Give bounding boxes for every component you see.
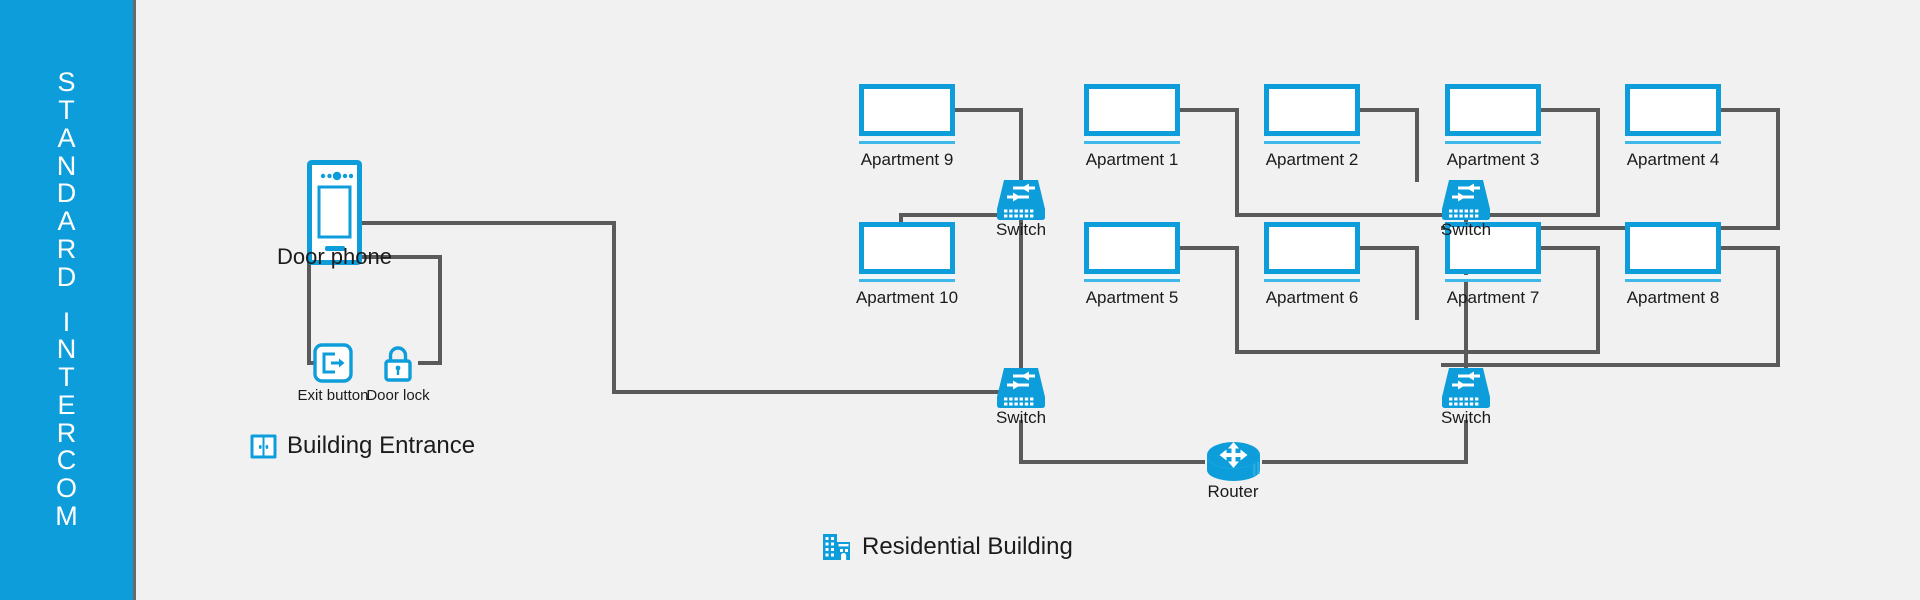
switch-bottom-left-node[interactable]: Switch xyxy=(995,366,1047,427)
exit-button-label: Exit button xyxy=(297,387,369,404)
apartment-label: Apartment 2 xyxy=(1265,150,1359,169)
switch-icon xyxy=(997,180,1045,220)
zone-label-text: Residential Building xyxy=(862,533,1073,560)
banner-char: N xyxy=(56,334,77,365)
apartment-monitor-icon xyxy=(1445,84,1541,136)
router-label: Router xyxy=(1207,482,1259,501)
switch-icon xyxy=(1442,368,1490,408)
building-icon xyxy=(822,532,852,562)
apartment-1-node[interactable]: Apartment 1 xyxy=(1084,84,1180,169)
apartment-monitor-base xyxy=(859,275,955,282)
switch-icon xyxy=(1442,180,1490,220)
banner-title: S T A N D A R D I N T E R C O M xyxy=(0,0,133,600)
apartment-monitor-icon xyxy=(1264,84,1360,136)
apartment-label: Apartment 8 xyxy=(1626,288,1720,307)
banner-divider xyxy=(133,0,136,600)
router-node[interactable]: Router xyxy=(1205,434,1261,501)
apartment-label: Apartment 9 xyxy=(860,150,954,169)
apartment-monitor-base xyxy=(1264,275,1360,282)
switch-bottom-right-node[interactable]: Switch xyxy=(1440,366,1492,427)
apartment-label: Apartment 4 xyxy=(1626,150,1720,169)
banner-char: N xyxy=(56,150,77,181)
switch-label: Switch xyxy=(995,220,1047,239)
switch-top-right-node[interactable]: Switch xyxy=(1440,178,1492,239)
banner-char: D xyxy=(56,178,77,209)
apartment-monitor-base xyxy=(1084,137,1180,144)
apartment-monitor-icon xyxy=(1084,222,1180,274)
wire-apt2-to-bus xyxy=(1360,108,1419,182)
banner-char: R xyxy=(56,233,77,264)
wire-apt9-to-switch-top-left xyxy=(955,108,1023,182)
switch-label: Switch xyxy=(995,408,1047,427)
padlock-icon xyxy=(384,346,412,382)
exit-button-node[interactable]: Exit button xyxy=(298,343,368,404)
apartment-monitor-base xyxy=(1264,137,1360,144)
apartment-monitor-icon xyxy=(859,222,955,274)
apartment-label: Apartment 1 xyxy=(1085,150,1179,169)
zone-label-residential-building: Residential Building xyxy=(822,532,1073,562)
exit-button-icon xyxy=(313,343,353,383)
banner-char: A xyxy=(57,122,76,153)
apartment-10-node[interactable]: Apartment 10 xyxy=(856,222,958,307)
apartment-label: Apartment 5 xyxy=(1085,288,1179,307)
apartment-2-node[interactable]: Apartment 2 xyxy=(1264,84,1360,169)
switch-top-left-node[interactable]: Switch xyxy=(995,178,1047,239)
banner-char: S xyxy=(57,67,76,98)
banner-char: C xyxy=(56,445,77,476)
apartment-label: Apartment 10 xyxy=(855,288,959,307)
apartment-monitor-icon xyxy=(1264,222,1360,274)
apartment-monitor-icon xyxy=(1084,84,1180,136)
apartment-5-node[interactable]: Apartment 5 xyxy=(1084,222,1180,307)
door-phone-label: Door phone xyxy=(277,244,392,269)
switch-icon xyxy=(997,368,1045,408)
banner-char: T xyxy=(58,94,75,125)
apartment-label: Apartment 3 xyxy=(1446,150,1540,169)
banner-char: D xyxy=(56,261,77,292)
door-lock-node[interactable]: Door lock xyxy=(366,343,430,404)
banner-char: M xyxy=(55,501,78,532)
apartment-monitor-icon xyxy=(859,84,955,136)
apartment-3-node[interactable]: Apartment 3 xyxy=(1445,84,1541,169)
apartment-monitor-base xyxy=(1445,275,1541,282)
apartment-monitor-base xyxy=(1445,137,1541,144)
wire-router-to-switch-bottom-right xyxy=(1262,420,1468,464)
banner-char: T xyxy=(58,362,75,393)
apartment-monitor-base xyxy=(1084,275,1180,282)
network-diagram-canvas: S T A N D A R D I N T E R C O M Door pho… xyxy=(0,0,1920,600)
wire-switch-bottom-left-to-router xyxy=(1019,420,1205,464)
door-lock-label: Door lock xyxy=(366,387,430,404)
zone-label-text: Building Entrance xyxy=(287,432,476,459)
apartment-monitor-base xyxy=(859,137,955,144)
apartment-monitor-icon xyxy=(1625,222,1721,274)
wire-apt6-to-bus xyxy=(1360,246,1419,320)
double-door-icon xyxy=(250,433,277,460)
door-phone-node[interactable]: Door phone xyxy=(277,160,392,270)
banner-char: O xyxy=(55,473,77,504)
banner-char: I xyxy=(62,306,71,337)
apartment-4-node[interactable]: Apartment 4 xyxy=(1625,84,1721,169)
apartment-label: Apartment 7 xyxy=(1446,288,1540,307)
router-icon xyxy=(1207,442,1260,481)
apartment-monitor-base xyxy=(1625,137,1721,144)
apartment-9-node[interactable]: Apartment 9 xyxy=(859,84,955,169)
apartment-monitor-icon xyxy=(1625,84,1721,136)
banner-char: E xyxy=(57,389,76,420)
apartment-8-node[interactable]: Apartment 8 xyxy=(1625,222,1721,307)
apartment-label: Apartment 6 xyxy=(1265,288,1359,307)
banner-char: A xyxy=(57,206,76,237)
switch-label: Switch xyxy=(1440,408,1492,427)
apartment-monitor-base xyxy=(1625,275,1721,282)
switch-label: Switch xyxy=(1440,220,1492,239)
zone-label-building-entrance: Building Entrance xyxy=(250,432,475,460)
apartment-6-node[interactable]: Apartment 6 xyxy=(1264,222,1360,307)
banner-char: R xyxy=(56,417,77,448)
